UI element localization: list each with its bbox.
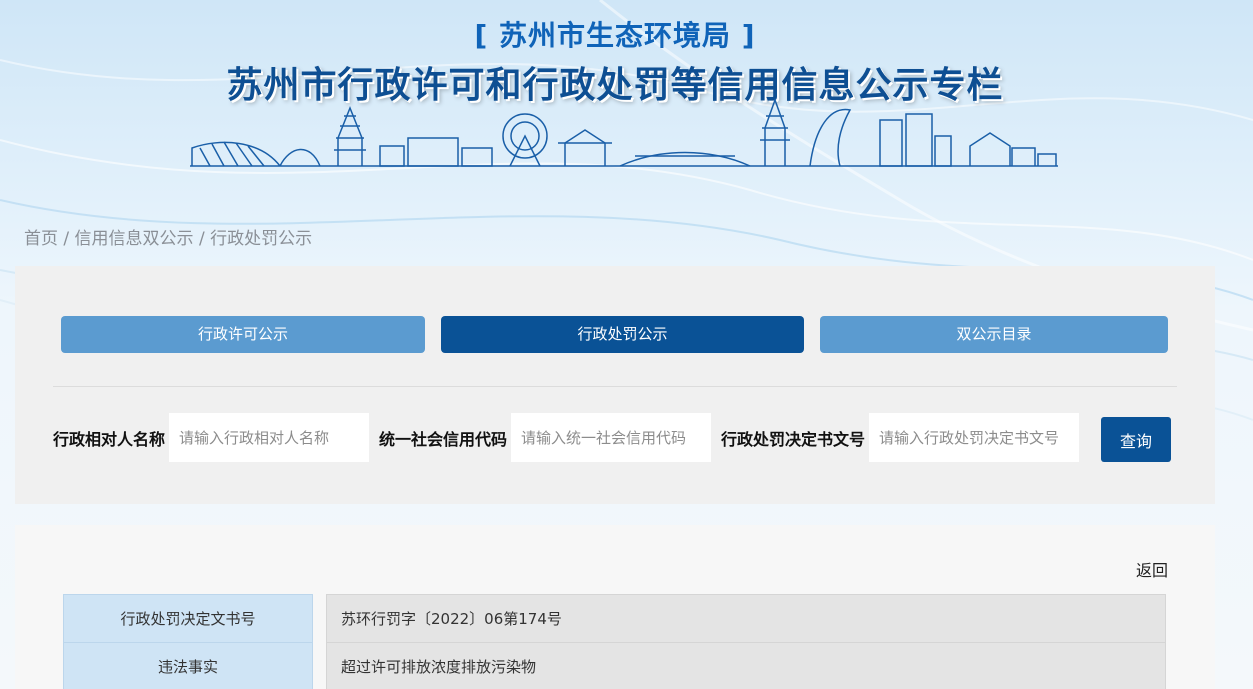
breadcrumb-separator: / <box>193 229 211 249</box>
breadcrumb-section-link[interactable]: 信用信息双公示 <box>75 229 194 249</box>
breadcrumb-current: 行政处罚公示 <box>210 229 313 249</box>
credit-code-input[interactable] <box>511 413 711 462</box>
row-value: 苏环行罚字〔2022〕06第174号 <box>326 594 1166 643</box>
row-value: 超过许可排放浓度排放污染物 <box>326 642 1166 689</box>
tab-publicity-catalog[interactable]: 双公示目录 <box>820 316 1168 353</box>
cell-spacer <box>313 643 327 689</box>
name-input[interactable] <box>169 413 369 462</box>
tab-penalty-publicity[interactable]: 行政处罚公示 <box>441 316 804 353</box>
table-row: 行政处罚决定文书号 苏环行罚字〔2022〕06第174号 <box>63 594 1166 643</box>
decision-number-input[interactable] <box>869 413 1079 462</box>
search-panel: 行政许可公示 行政处罚公示 双公示目录 行政相对人名称 统一社会信用代码 行政处… <box>15 266 1215 504</box>
page-header: [ 苏州市生态环境局 ] 苏州市行政许可和行政处罚等信用信息公示专栏 <box>0 0 1253 220</box>
breadcrumb-separator: / <box>58 229 75 249</box>
agency-name: [ 苏州市生态环境局 ] <box>474 19 756 52</box>
table-row: 违法事实 超过许可排放浓度排放污染物 <box>63 642 1166 689</box>
query-button[interactable]: 查询 <box>1101 417 1171 462</box>
cell-spacer <box>313 595 327 643</box>
breadcrumb: 首页 / 信用信息双公示 / 行政处罚公示 <box>24 224 312 249</box>
row-label: 违法事实 <box>63 642 313 689</box>
detail-table: 行政处罚决定文书号 苏环行罚字〔2022〕06第174号 违法事实 超过许可排放… <box>63 594 1166 689</box>
panel-divider <box>53 386 1177 387</box>
breadcrumb-home-link[interactable]: 首页 <box>24 229 58 249</box>
tab-license-publicity[interactable]: 行政许可公示 <box>61 316 425 353</box>
credit-code-label: 统一社会信用代码 <box>379 430 508 449</box>
detail-panel: 返回 行政处罚决定文书号 苏环行罚字〔2022〕06第174号 违法事实 超过许… <box>15 525 1215 689</box>
decision-number-label: 行政处罚决定书文号 <box>721 430 866 449</box>
back-link[interactable]: 返回 <box>1136 557 1168 581</box>
row-label: 行政处罚决定文书号 <box>63 594 313 643</box>
city-skyline-illustration <box>190 98 1058 167</box>
name-label: 行政相对人名称 <box>53 430 166 449</box>
